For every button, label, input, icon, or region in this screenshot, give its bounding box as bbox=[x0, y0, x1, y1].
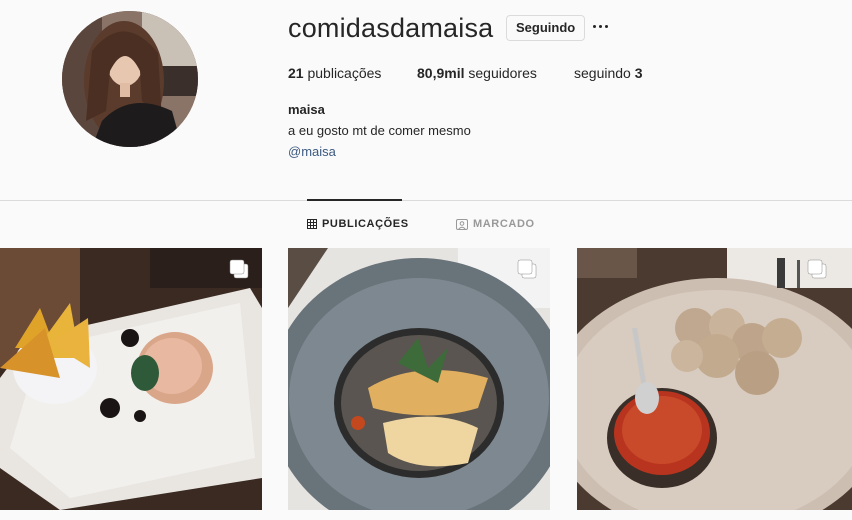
tab-tagged[interactable]: MARCADO bbox=[456, 218, 535, 230]
avatar-photo bbox=[62, 11, 198, 147]
carousel-icon bbox=[807, 259, 827, 279]
carousel-icon bbox=[229, 259, 249, 279]
following-count-value: 3 bbox=[634, 65, 643, 81]
more-options-icon[interactable] bbox=[590, 16, 610, 36]
profile-bio: a eu gosto mt de comer mesmo bbox=[288, 123, 471, 138]
followers-count-value: 80,9mil bbox=[417, 65, 465, 81]
bio-mention-link[interactable]: @maisa bbox=[288, 144, 336, 159]
post-photo bbox=[577, 248, 852, 510]
dot bbox=[592, 24, 596, 28]
post-thumbnail[interactable] bbox=[288, 248, 550, 510]
profile-page: comidasdamaisa Seguindo 21 publicações 8… bbox=[0, 0, 852, 520]
posts-count-value: 21 bbox=[288, 65, 304, 81]
following-count-label: seguindo bbox=[574, 65, 631, 81]
post-thumbnail[interactable] bbox=[0, 248, 262, 510]
tab-posts[interactable]: PUBLICAÇÕES bbox=[307, 218, 409, 230]
profile-username: comidasdamaisa bbox=[288, 13, 494, 43]
grid-icon bbox=[307, 219, 317, 229]
profile-avatar[interactable] bbox=[62, 11, 198, 147]
dot bbox=[604, 24, 608, 28]
dot bbox=[598, 24, 602, 28]
tabs-divider bbox=[0, 200, 852, 201]
profile-full-name: maisa bbox=[288, 102, 325, 117]
post-photo bbox=[0, 248, 262, 510]
tab-posts-label: PUBLICAÇÕES bbox=[322, 218, 409, 230]
followers-count[interactable]: 80,9mil seguidores bbox=[417, 65, 537, 81]
active-tab-indicator bbox=[307, 199, 402, 201]
tab-tagged-label: MARCADO bbox=[473, 218, 535, 230]
followers-count-label: seguidores bbox=[468, 65, 537, 81]
posts-count-label: publicações bbox=[307, 65, 382, 81]
following-button[interactable]: Seguindo bbox=[506, 15, 586, 41]
carousel-icon bbox=[517, 259, 537, 279]
posts-count: 21 publicações bbox=[288, 65, 381, 81]
tag-icon bbox=[456, 218, 468, 230]
following-count[interactable]: seguindo 3 bbox=[574, 65, 643, 81]
post-thumbnail[interactable] bbox=[577, 248, 852, 510]
post-photo bbox=[288, 248, 550, 510]
